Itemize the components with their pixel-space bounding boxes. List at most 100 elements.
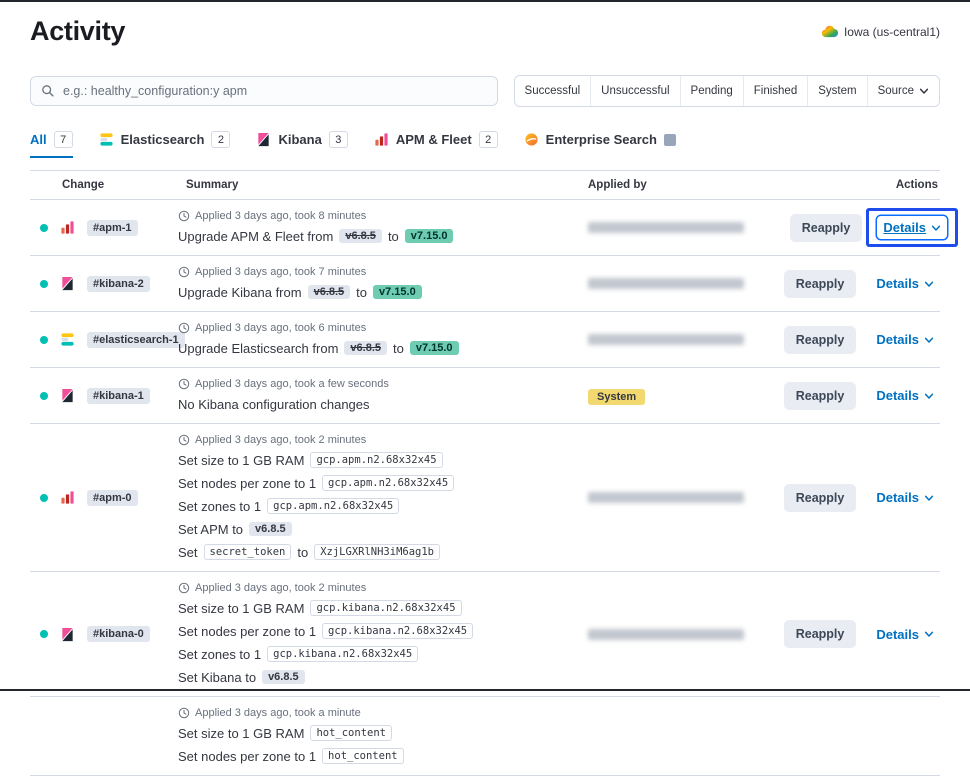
tab-count-badge: 7	[54, 131, 73, 148]
kibana-icon	[60, 276, 75, 291]
page-title: Activity	[30, 16, 125, 47]
summary-line: Set nodes per zone to 1gcp.apm.n2.68x32x…	[178, 474, 572, 492]
summary-line: Set zones to 1gcp.kibana.n2.68x32x45	[178, 645, 572, 663]
config-value-chip: gcp.kibana.n2.68x32x45	[310, 600, 461, 616]
summary-text: to	[388, 229, 399, 244]
tab-kibana[interactable]: Kibana3	[256, 131, 347, 158]
summary-cell: Applied 3 days ago, took 2 minutes Set si…	[178, 579, 580, 689]
new-version-badge: v7.15.0	[410, 341, 459, 355]
actions-cell: Reapply Details	[770, 484, 940, 512]
actions-cell: Reapply Details	[770, 382, 940, 410]
applied-time: Applied 3 days ago, took 2 minutes	[178, 434, 572, 446]
summary-cell: Applied 3 days ago, took 6 minutes Upgrad…	[178, 319, 580, 360]
success-dot	[40, 630, 48, 638]
summary-line: Set size to 1 GB RAM gcp.kibana.n2.68x32x…	[178, 599, 572, 617]
summary-line: Set Kibana tov6.8.5	[178, 668, 572, 686]
table-row: #kibana-0Applied 3 days ago, took 2 minu…	[30, 572, 940, 697]
applied-time: Applied 3 days ago, took 7 minutes	[178, 266, 572, 278]
clock-icon	[178, 434, 190, 446]
filter-pending[interactable]: Pending	[680, 76, 743, 106]
summary-cell: Applied 3 days ago, took a minuteSet siz…	[178, 704, 580, 768]
clock-icon	[178, 322, 190, 334]
applied-by-cell: System	[580, 387, 770, 405]
kibana-icon	[60, 627, 75, 642]
success-dot	[40, 280, 48, 288]
redacted-user	[588, 629, 744, 640]
details-button[interactable]: Details	[870, 384, 940, 407]
table-header: Change Summary Applied by Actions	[30, 170, 940, 200]
change-id-badge: #elasticsearch-1	[87, 332, 185, 348]
summary-text: to	[393, 341, 404, 356]
search-icon	[41, 84, 55, 98]
redacted-user	[588, 222, 744, 233]
filter-system[interactable]: System	[807, 76, 866, 106]
config-value-chip: hot_content	[310, 725, 392, 741]
search-input[interactable]	[63, 84, 487, 98]
tab-elasticsearch[interactable]: Elasticsearch2	[99, 131, 231, 158]
summary-text: Set Kibana to	[178, 670, 256, 685]
controls-bar: SuccessfulUnsuccessfulPendingFinished Sys…	[30, 75, 940, 107]
filter-successful[interactable]: Successful	[515, 76, 591, 106]
region-label: Iowa (us-central1)	[844, 25, 940, 39]
summary-text: Set nodes per zone to 1	[178, 624, 316, 639]
elasticsearch-icon	[60, 332, 75, 347]
apm-icon	[60, 490, 75, 505]
table-row: #apm-1Applied 3 days ago, took 8 minutes…	[30, 200, 940, 256]
kibana-icon	[256, 132, 271, 147]
filter-finished[interactable]: Finished	[743, 76, 807, 106]
tab-enterprise-search[interactable]: Enterprise Search	[524, 131, 676, 158]
details-label: Details	[883, 220, 926, 235]
chevron-down-icon	[924, 629, 934, 639]
reapply-button[interactable]: Reapply	[784, 484, 857, 512]
applied-time-label: Applied 3 days ago, took a few seconds	[195, 378, 389, 390]
applied-time-label: Applied 3 days ago, took 2 minutes	[195, 434, 366, 446]
reapply-button[interactable]: Reapply	[784, 326, 857, 354]
details-button[interactable]: Details	[870, 272, 940, 295]
old-version-badge: v6.8.5	[344, 341, 387, 355]
reapply-button[interactable]: Reapply	[790, 214, 863, 242]
change-cell: #kibana-1	[30, 388, 178, 404]
summary-text: Upgrade Elasticsearch from	[178, 341, 338, 356]
tab-all[interactable]: All7	[30, 131, 73, 158]
screen-edge-top	[0, 0, 970, 2]
activity-tabs: All7 Elasticsearch2 Kibana3 APM & Fleet2 Ent…	[30, 131, 940, 158]
config-value-chip: XzjLGXRlNH3iM6ag1b	[314, 544, 440, 560]
details-button[interactable]: Details	[870, 328, 940, 351]
apm-icon	[374, 132, 389, 147]
actions-cell: Reapply Details	[770, 326, 940, 354]
enterprise-search-icon	[524, 132, 539, 147]
summary-text: Set zones to 1	[178, 499, 261, 514]
details-button[interactable]: Details	[877, 216, 947, 239]
config-value-chip: hot_content	[322, 748, 404, 764]
applied-time: Applied 3 days ago, took 2 minutes	[178, 582, 572, 594]
filter-label: System	[818, 85, 856, 97]
tab-apm-fleet[interactable]: APM & Fleet2	[374, 131, 498, 158]
details-button[interactable]: Details	[870, 486, 940, 509]
change-id-badge: #kibana-2	[87, 276, 150, 292]
clock-icon	[178, 707, 190, 719]
summary-text: to	[297, 545, 308, 560]
highlight-box: Details	[866, 208, 958, 247]
applied-time-label: Applied 3 days ago, took 7 minutes	[195, 266, 366, 278]
filter-source[interactable]: Source	[867, 76, 939, 106]
table-row: #apm-0Applied 3 days ago, took 2 minutes…	[30, 424, 940, 572]
config-value-chip: gcp.apm.n2.68x32x45	[322, 475, 454, 491]
config-value-chip: gcp.apm.n2.68x32x45	[310, 452, 442, 468]
details-button[interactable]: Details	[870, 623, 940, 646]
chevron-down-icon	[931, 223, 941, 233]
filter-unsuccessful[interactable]: Unsuccessful	[590, 76, 679, 106]
reapply-button[interactable]: Reapply	[784, 382, 857, 410]
actions-cell: Reapply Details	[770, 270, 940, 298]
applied-time: Applied 3 days ago, took 6 minutes	[178, 322, 572, 334]
filter-label: Source	[878, 85, 914, 97]
reapply-button[interactable]: Reapply	[784, 270, 857, 298]
summary-text: Set size to 1 GB RAM	[178, 601, 304, 616]
tab-count-badge: 2	[211, 131, 230, 148]
summary-text: Set nodes per zone to 1	[178, 749, 316, 764]
summary-line: Upgrade Elasticsearch from v6.8.5 to v7.15.…	[178, 339, 572, 357]
table-row: #kibana-2 Applied 3 days ago, took 7 minu…	[30, 256, 940, 312]
clock-icon	[178, 378, 190, 390]
reapply-button[interactable]: Reapply	[784, 620, 857, 648]
summary-line: Set APM tov6.8.5	[178, 520, 572, 538]
redacted-user	[588, 278, 744, 289]
